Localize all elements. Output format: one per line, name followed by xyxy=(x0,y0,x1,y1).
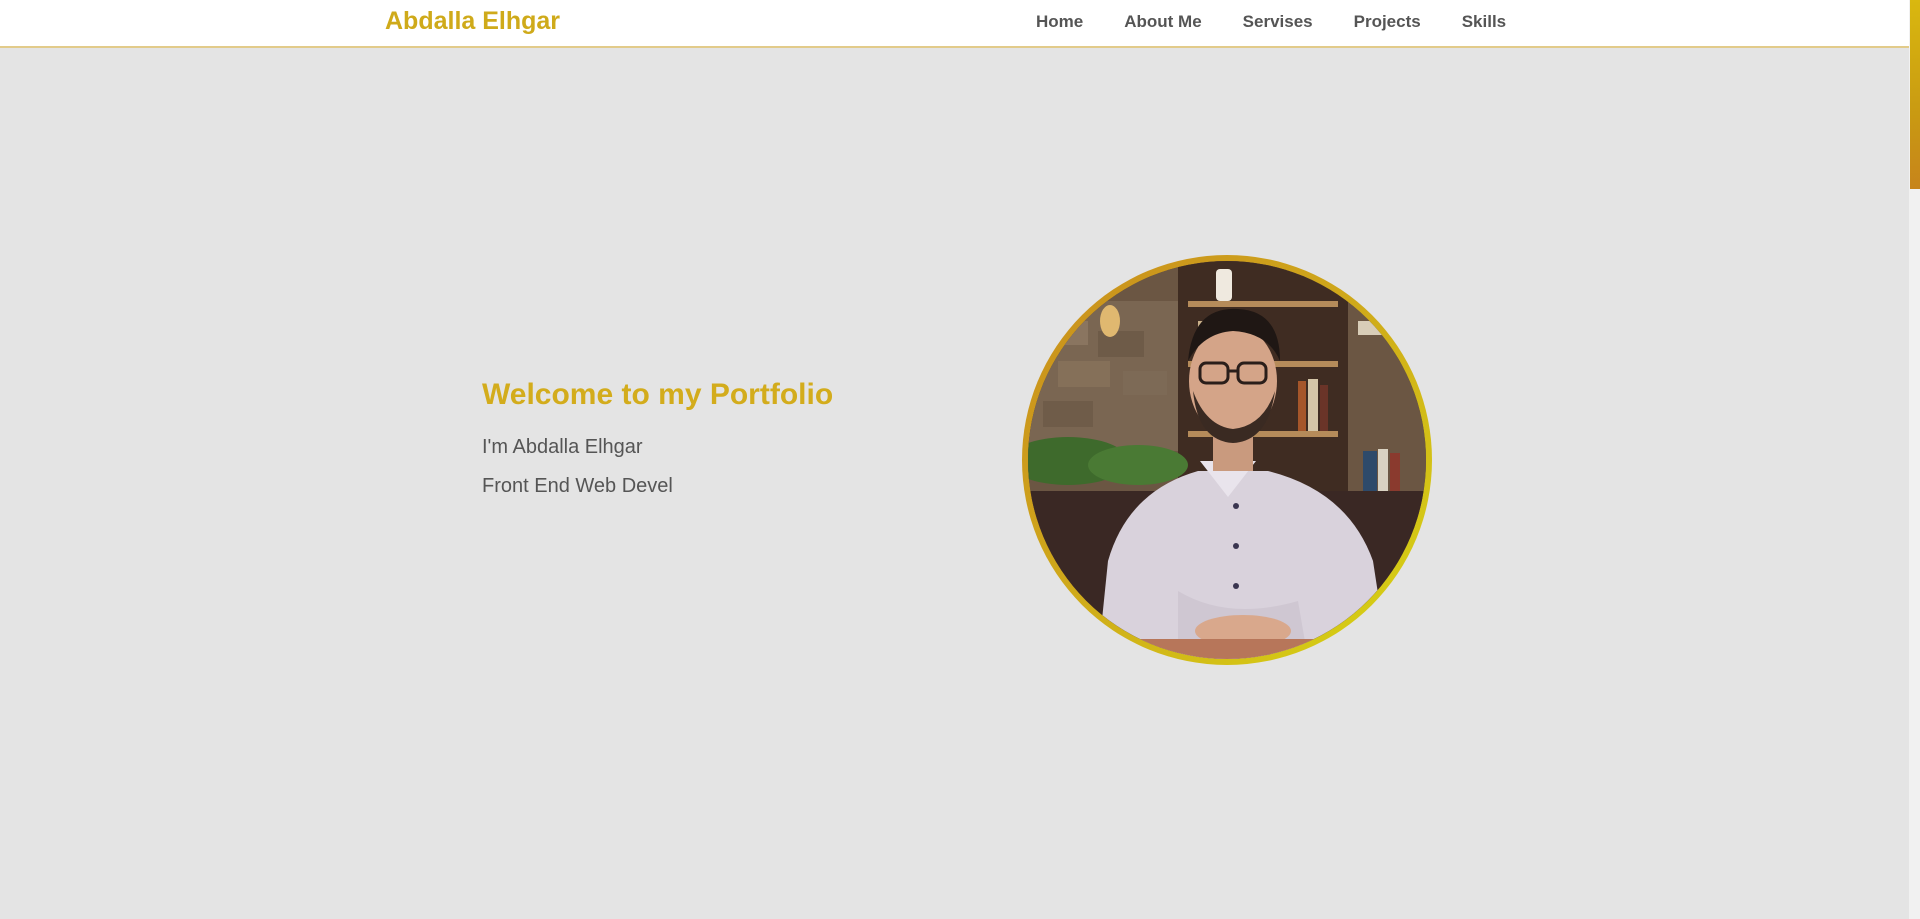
nav-link-home[interactable]: Home xyxy=(1036,12,1083,32)
nav-link-about-me[interactable]: About Me xyxy=(1124,12,1201,32)
profile-photo-frame xyxy=(1022,255,1432,665)
hero-title: Welcome to my Portfolio xyxy=(482,378,834,411)
nav-link-projects[interactable]: Projects xyxy=(1354,12,1421,32)
scrollbar-thumb[interactable] xyxy=(1910,0,1920,189)
profile-photo xyxy=(1028,261,1426,659)
top-navbar: Abdalla Elhgar Home About Me Servises Pr… xyxy=(0,0,1909,48)
hero-role-typing: Front End Web Devel xyxy=(482,475,673,497)
hero-intro: I'm Abdalla Elhgar xyxy=(482,436,643,458)
nav-link-services[interactable]: Servises xyxy=(1243,12,1313,32)
hero-section: Welcome to my Portfolio I'm Abdalla Elhg… xyxy=(482,378,833,498)
brand-logo-link[interactable]: Abdalla Elhgar xyxy=(385,7,560,36)
page-scrollbar[interactable] xyxy=(1909,0,1920,919)
nav-link-skills[interactable]: Skills xyxy=(1462,12,1506,32)
profile-photo-icon xyxy=(1028,261,1426,659)
main-nav: Home About Me Servises Projects Skills xyxy=(1036,12,1506,32)
